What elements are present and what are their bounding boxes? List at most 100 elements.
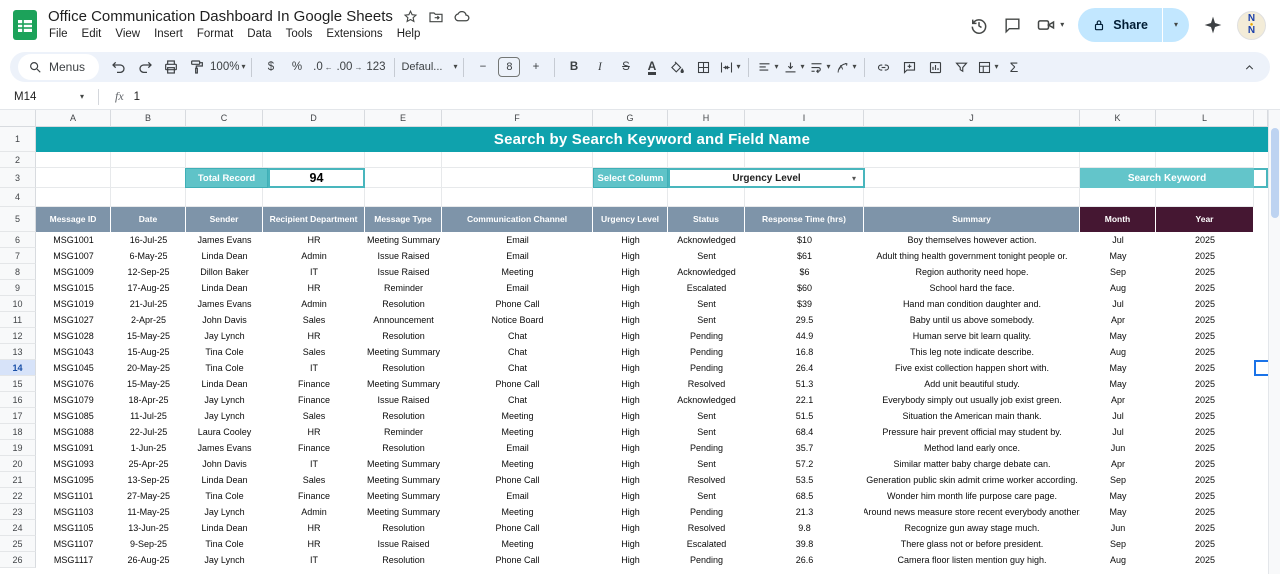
cell[interactable]: 68.4 <box>745 424 864 440</box>
cell[interactable]: May <box>1080 488 1156 504</box>
cell[interactable]: Tina Cole <box>186 344 263 360</box>
cell[interactable]: Resolution <box>365 552 442 568</box>
create-filter-button[interactable] <box>949 55 974 80</box>
cell[interactable]: MSG1085 <box>36 408 111 424</box>
table-header-status[interactable]: Status <box>668 207 745 232</box>
cell[interactable]: Sent <box>668 456 745 472</box>
cell[interactable] <box>442 188 593 207</box>
cell[interactable]: Finance <box>263 440 365 456</box>
cell[interactable]: Resolved <box>668 472 745 488</box>
cell[interactable]: 2025 <box>1156 504 1254 520</box>
text-wrap-button[interactable]: ▾ <box>807 55 832 80</box>
row-header-13[interactable]: 13 <box>0 344 36 360</box>
cell[interactable]: Sent <box>668 424 745 440</box>
cell[interactable]: Resolution <box>365 408 442 424</box>
cell[interactable] <box>442 152 593 168</box>
cell[interactable]: High <box>593 536 668 552</box>
cell[interactable]: HR <box>263 424 365 440</box>
menu-edit[interactable]: Edit <box>75 26 109 42</box>
cell[interactable]: Recognize gun away stage much. <box>864 520 1080 536</box>
cell[interactable]: Pending <box>668 552 745 568</box>
cell[interactable]: Meeting <box>442 456 593 472</box>
insert-link-button[interactable] <box>871 55 896 80</box>
cell[interactable]: Jay Lynch <box>186 392 263 408</box>
cell[interactable] <box>864 188 1080 207</box>
cell[interactable] <box>593 188 668 207</box>
cell[interactable]: Sep <box>1080 536 1156 552</box>
cell[interactable]: Meeting Summary <box>365 456 442 472</box>
cell[interactable]: 44.9 <box>745 328 864 344</box>
cell[interactable]: High <box>593 360 668 376</box>
row-header-6[interactable]: 6 <box>0 232 36 248</box>
column-header-d[interactable]: D <box>263 110 365 127</box>
functions-button[interactable]: Σ <box>1001 55 1026 80</box>
text-rotation-button[interactable]: A ▾ <box>833 55 858 80</box>
cell[interactable]: Resolved <box>668 376 745 392</box>
cell[interactable]: Linda Dean <box>186 472 263 488</box>
cell[interactable]: 2025 <box>1156 248 1254 264</box>
meet-video-icon[interactable]: ▾ <box>1036 15 1064 35</box>
cell[interactable]: John Davis <box>186 456 263 472</box>
fill-color-button[interactable] <box>665 55 690 80</box>
cell[interactable]: 53.5 <box>745 472 864 488</box>
column-header-b[interactable]: B <box>111 110 186 127</box>
cell[interactable]: Resolved <box>668 520 745 536</box>
cell[interactable]: Aug <box>1080 280 1156 296</box>
cell[interactable]: MSG1001 <box>36 232 111 248</box>
cell[interactable]: Resolution <box>365 520 442 536</box>
cell[interactable]: Meeting <box>442 536 593 552</box>
cell[interactable]: Reminder <box>365 424 442 440</box>
row-header-5[interactable]: 5 <box>0 207 36 232</box>
cell[interactable]: 2025 <box>1156 360 1254 376</box>
cell[interactable]: Situation the American main thank. <box>864 408 1080 424</box>
cell[interactable]: Admin <box>263 296 365 312</box>
search-keyword-input[interactable] <box>1254 168 1268 188</box>
cell[interactable]: Sales <box>263 344 365 360</box>
cell[interactable]: High <box>593 392 668 408</box>
table-header-message-id[interactable]: Message ID <box>36 207 111 232</box>
cell[interactable]: MSG1105 <box>36 520 111 536</box>
italic-button[interactable]: I <box>587 55 612 80</box>
cell[interactable]: Similar matter baby charge debate can. <box>864 456 1080 472</box>
cell[interactable] <box>36 152 111 168</box>
cell[interactable] <box>442 168 593 188</box>
cell[interactable]: IT <box>263 456 365 472</box>
cell[interactable]: Jul <box>1080 408 1156 424</box>
sheets-logo-icon[interactable] <box>12 9 38 41</box>
formula-input[interactable]: 1 <box>134 91 140 103</box>
cell[interactable]: IT <box>263 264 365 280</box>
cell[interactable]: 2025 <box>1156 328 1254 344</box>
cell[interactable]: 27-May-25 <box>111 488 186 504</box>
cell[interactable]: Dillon Baker <box>186 264 263 280</box>
row-header-7[interactable]: 7 <box>0 248 36 264</box>
cell[interactable]: Wonder him month life purpose care page. <box>864 488 1080 504</box>
cell[interactable]: Human serve bit learn quality. <box>864 328 1080 344</box>
cell[interactable]: Resolution <box>365 440 442 456</box>
row-header-18[interactable]: 18 <box>0 424 36 440</box>
column-header-j[interactable]: J <box>864 110 1080 127</box>
cell[interactable]: Meeting Summary <box>365 376 442 392</box>
format-percent-button[interactable]: % <box>284 55 309 80</box>
cell[interactable]: Region authority need hope. <box>864 264 1080 280</box>
cell[interactable]: 1-Jun-25 <box>111 440 186 456</box>
cell[interactable]: Pending <box>668 344 745 360</box>
cell[interactable]: James Evans <box>186 440 263 456</box>
user-avatar[interactable]: N●N <box>1237 11 1266 40</box>
cell[interactable]: Issue Raised <box>365 392 442 408</box>
cell[interactable]: Jay Lynch <box>186 408 263 424</box>
cell[interactable]: $39 <box>745 296 864 312</box>
search-keyword-button[interactable]: Search Keyword <box>1080 168 1254 188</box>
cell[interactable]: HR <box>263 520 365 536</box>
cell[interactable]: Resolution <box>365 360 442 376</box>
cell[interactable]: Reminder <box>365 280 442 296</box>
row-header-19[interactable]: 19 <box>0 440 36 456</box>
cell[interactable]: Meeting Summary <box>365 504 442 520</box>
cell[interactable]: MSG1015 <box>36 280 111 296</box>
cell[interactable]: MSG1095 <box>36 472 111 488</box>
cell[interactable]: Phone Call <box>442 472 593 488</box>
cell[interactable]: Admin <box>263 504 365 520</box>
cell[interactable]: Meeting <box>442 264 593 280</box>
share-dropdown-button[interactable]: ▾ <box>1163 8 1189 42</box>
cell[interactable]: 21-Jul-25 <box>111 296 186 312</box>
cell[interactable] <box>668 152 745 168</box>
